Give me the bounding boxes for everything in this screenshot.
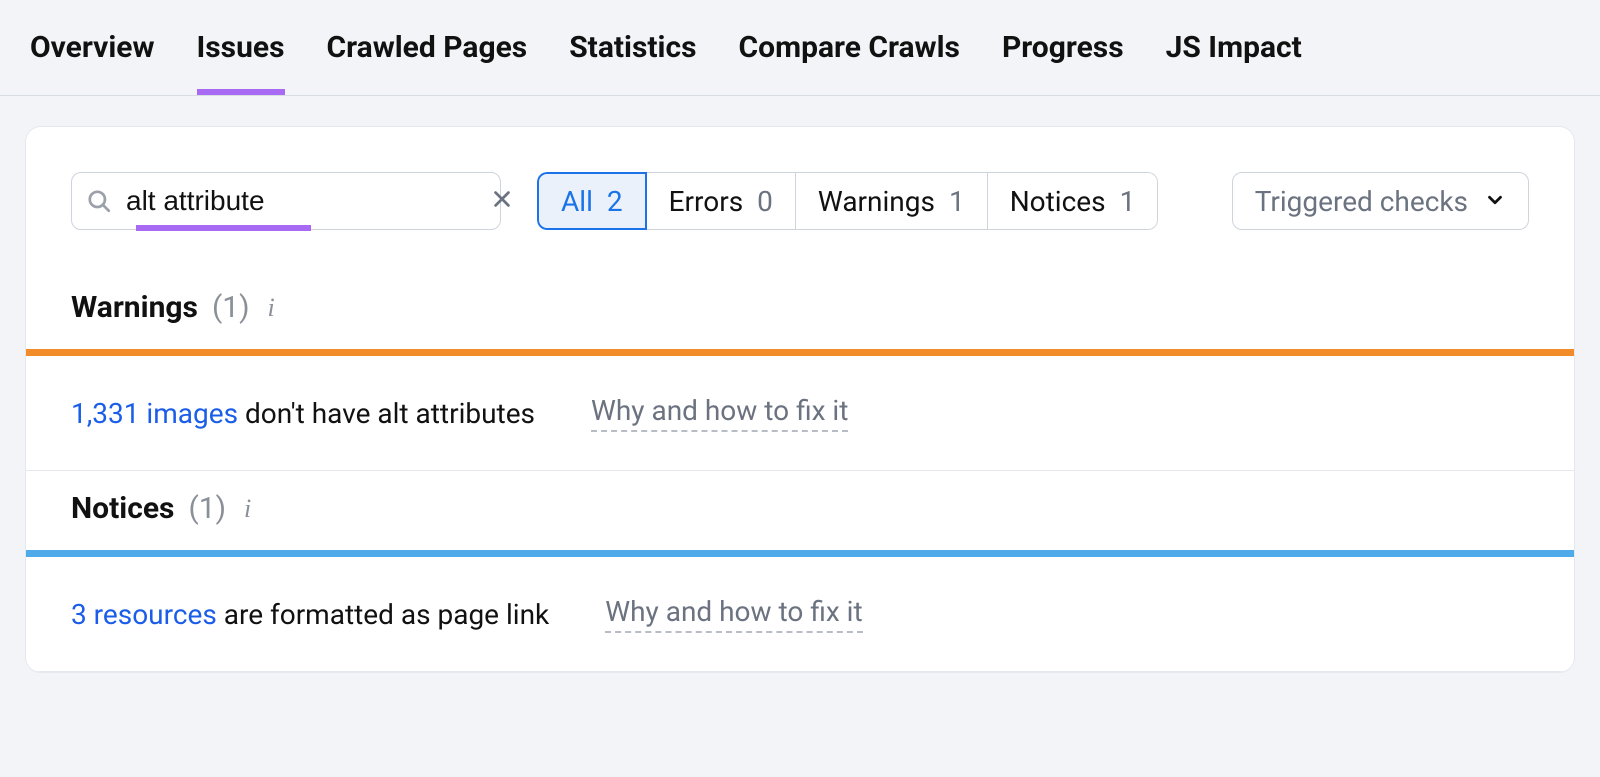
warnings-title: Warnings: [71, 290, 198, 325]
tab-progress[interactable]: Progress: [1002, 0, 1124, 95]
filter-warnings-label: Warnings: [818, 185, 935, 218]
search-highlight: [136, 225, 311, 231]
triggered-checks-dropdown[interactable]: Triggered checks: [1232, 172, 1529, 230]
dropdown-label: Triggered checks: [1255, 185, 1468, 218]
notice-issue-row: 3 resources are formatted as page link W…: [26, 557, 1574, 672]
warning-fix-link[interactable]: Why and how to fix it: [591, 394, 848, 432]
warnings-count: (1): [212, 290, 250, 325]
filter-warnings-count: 1: [949, 185, 965, 218]
tab-overview[interactable]: Overview: [30, 0, 155, 95]
filter-notices-label: Notices: [1010, 185, 1106, 218]
warning-issue-row: 1,331 images don't have alt attributes W…: [26, 356, 1574, 471]
filter-all-count: 2: [607, 185, 623, 218]
tab-js-impact[interactable]: JS Impact: [1166, 0, 1302, 95]
warning-issue-link[interactable]: 1,331 images: [71, 397, 238, 430]
search-box[interactable]: [71, 172, 501, 230]
filter-segments: All 2 Errors 0 Warnings 1 Notices 1: [537, 172, 1158, 230]
warnings-stripe: [26, 349, 1574, 356]
filter-all-label: All: [561, 185, 593, 218]
close-icon[interactable]: [487, 184, 517, 218]
warning-issue-suffix: don't have alt attributes: [238, 397, 535, 430]
tab-statistics[interactable]: Statistics: [569, 0, 696, 95]
notices-title: Notices: [71, 491, 174, 526]
warnings-header: Warnings (1) i: [26, 270, 1574, 349]
tab-issues[interactable]: Issues: [197, 0, 285, 95]
chevron-down-icon: [1484, 185, 1506, 218]
warning-issue-text: 1,331 images don't have alt attributes: [71, 397, 535, 430]
notice-issue-suffix: are formatted as page link: [217, 598, 549, 631]
top-tabs: Overview Issues Crawled Pages Statistics…: [0, 0, 1600, 96]
filter-warnings[interactable]: Warnings 1: [796, 172, 988, 230]
info-icon[interactable]: i: [244, 494, 251, 524]
notices-header: Notices (1) i: [26, 471, 1574, 550]
filter-errors[interactable]: Errors 0: [647, 172, 796, 230]
filter-notices[interactable]: Notices 1: [988, 172, 1159, 230]
filter-notices-count: 1: [1120, 185, 1136, 218]
filter-errors-count: 0: [757, 185, 773, 218]
issues-panel: All 2 Errors 0 Warnings 1 Notices 1 Trig…: [25, 126, 1575, 673]
search-icon: [86, 188, 112, 214]
info-icon[interactable]: i: [268, 293, 275, 323]
notices-stripe: [26, 550, 1574, 557]
notices-count: (1): [188, 491, 226, 526]
filter-errors-label: Errors: [669, 185, 744, 218]
filter-bar: All 2 Errors 0 Warnings 1 Notices 1 Trig…: [26, 127, 1574, 270]
notice-issue-text: 3 resources are formatted as page link: [71, 598, 549, 631]
notice-issue-link[interactable]: 3 resources: [71, 598, 217, 631]
filter-all[interactable]: All 2: [537, 172, 647, 230]
notice-fix-link[interactable]: Why and how to fix it: [605, 595, 862, 633]
search-input[interactable]: [112, 185, 487, 217]
tab-crawled-pages[interactable]: Crawled Pages: [327, 0, 528, 95]
tab-compare-crawls[interactable]: Compare Crawls: [739, 0, 960, 95]
